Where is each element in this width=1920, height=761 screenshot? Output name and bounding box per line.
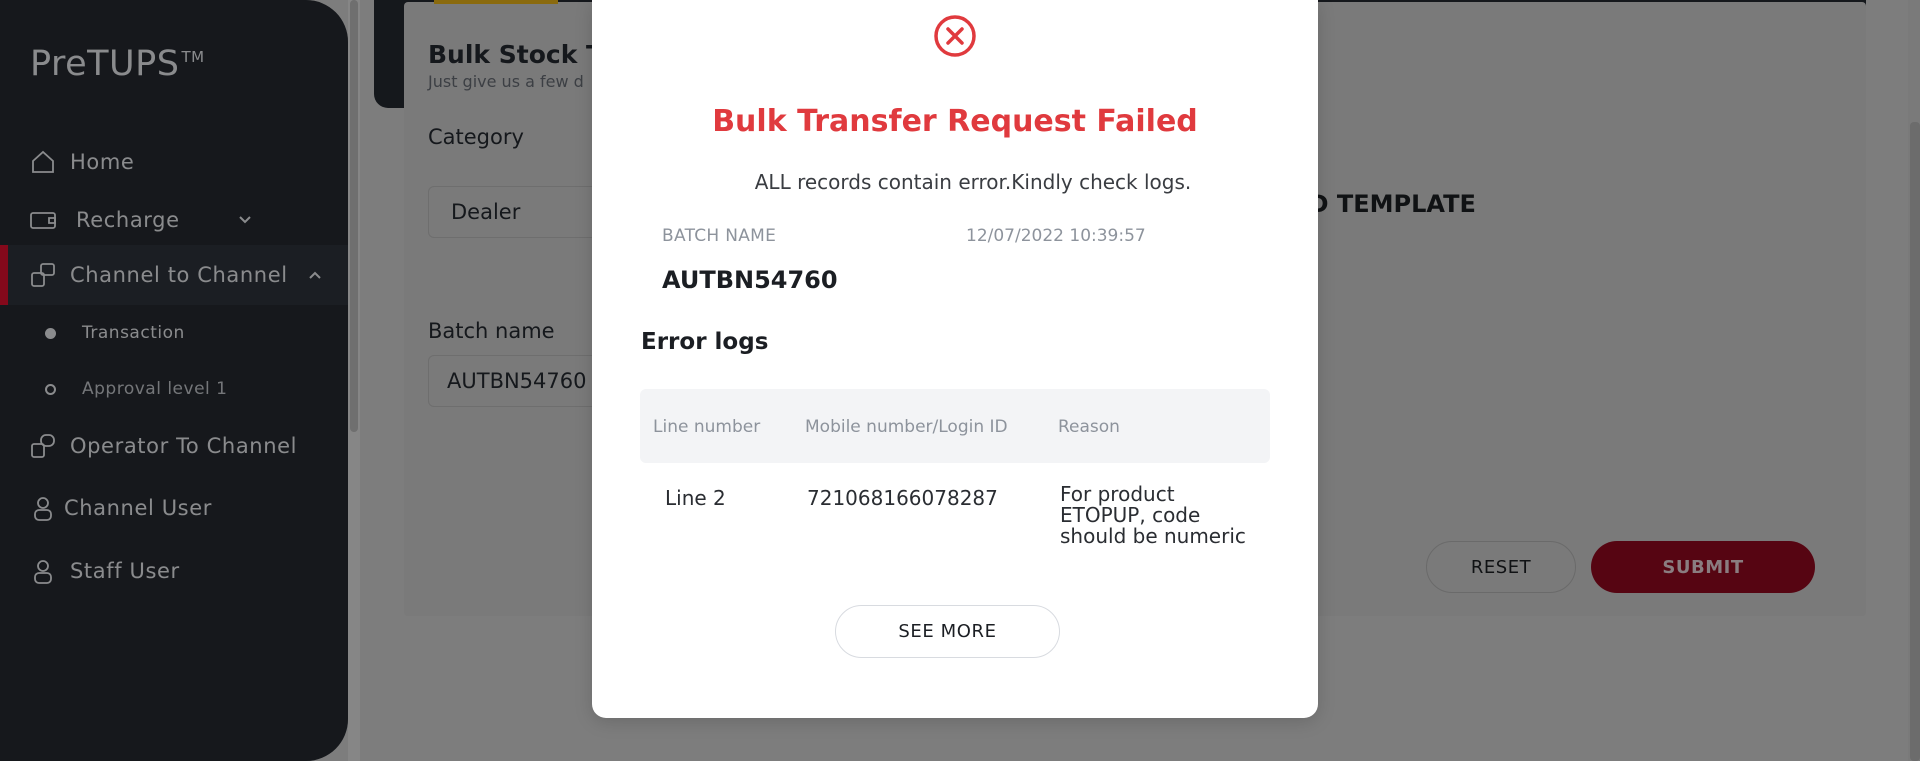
error-table-header: Line number Mobile number/Login ID Reaso… xyxy=(640,389,1270,463)
app-logo[interactable]: PreTUPS TM xyxy=(30,44,205,84)
chevron-down-icon xyxy=(239,216,251,224)
error-circle-icon xyxy=(934,15,976,57)
header-accent-strip xyxy=(434,0,558,4)
column-header-mobile: Mobile number/Login ID xyxy=(805,417,1008,437)
user-icon xyxy=(26,491,60,525)
submit-button[interactable]: SUBMIT xyxy=(1591,541,1815,593)
sidebar-item-label: Channel User xyxy=(64,496,212,520)
chevron-up-icon xyxy=(309,271,321,279)
user-icon xyxy=(26,554,60,588)
sidebar-item-label: Channel to Channel xyxy=(70,263,288,287)
sidebar-scrollbar[interactable] xyxy=(350,0,358,432)
sidebar-subitem-transaction[interactable]: Transaction xyxy=(0,313,348,353)
cell-reason: For product ETOPUP, code should be numer… xyxy=(1060,482,1246,548)
page-scrollbar[interactable] xyxy=(1910,122,1920,761)
active-indicator xyxy=(0,245,8,305)
batch-name-label: Batch name xyxy=(428,319,555,343)
sidebar-item-label: Staff User xyxy=(70,559,180,583)
category-label: Category xyxy=(428,125,524,149)
sidebar-item-channel-user[interactable]: Channel User xyxy=(0,478,348,538)
operator-to-channel-icon xyxy=(26,429,60,463)
sidebar-subitem-label: Approval level 1 xyxy=(82,379,228,399)
category-value: Dealer xyxy=(451,200,521,224)
sidebar-item-staff-user[interactable]: Staff User xyxy=(0,541,348,601)
column-header-reason: Reason xyxy=(1058,417,1120,437)
batch-name-value: AUTBN54760 xyxy=(662,266,838,294)
sidebar-item-label: Operator To Channel xyxy=(70,434,298,458)
cell-mobile-number: 721068166078287 xyxy=(807,486,998,510)
batch-name-label: BATCH NAME xyxy=(662,226,777,246)
cell-line-number: Line 2 xyxy=(665,486,726,510)
recharge-icon xyxy=(26,203,60,237)
batch-timestamp: 12/07/2022 10:39:57 xyxy=(966,226,1146,246)
sidebar-item-home[interactable]: Home xyxy=(0,132,348,192)
home-icon xyxy=(26,145,60,179)
sidebar-subitem-label: Transaction xyxy=(82,323,185,343)
batch-name-value: AUTBN54760 xyxy=(447,369,587,393)
sidebar-item-channel-to-channel[interactable]: Channel to Channel xyxy=(0,245,348,305)
sidebar-item-label: Home xyxy=(70,150,135,174)
error-logs-heading: Error logs xyxy=(641,329,769,355)
sidebar-item-recharge[interactable]: Recharge xyxy=(0,190,348,250)
bullet-icon xyxy=(45,327,56,339)
sidebar-item-operator-to-channel[interactable]: Operator To Channel xyxy=(0,416,348,476)
column-header-line-number: Line number xyxy=(653,417,761,437)
modal-title: Bulk Transfer Request Failed xyxy=(712,104,1198,139)
error-modal: Bulk Transfer Request Failed ALL records… xyxy=(592,0,1318,718)
bullet-icon xyxy=(45,383,56,395)
sidebar: PreTUPS TM Home Recharge Channel to Chann… xyxy=(0,0,348,761)
page-subtitle: Just give us a few d xyxy=(428,72,584,91)
sidebar-subitem-approval-level-1[interactable]: Approval level 1 xyxy=(0,369,348,409)
sidebar-item-label: Recharge xyxy=(76,208,180,232)
modal-message: ALL records contain error.Kindly check l… xyxy=(754,170,1192,194)
channel-to-channel-icon xyxy=(26,258,60,292)
reset-button[interactable]: RESET xyxy=(1426,541,1576,593)
see-more-button[interactable]: SEE MORE xyxy=(835,605,1060,658)
